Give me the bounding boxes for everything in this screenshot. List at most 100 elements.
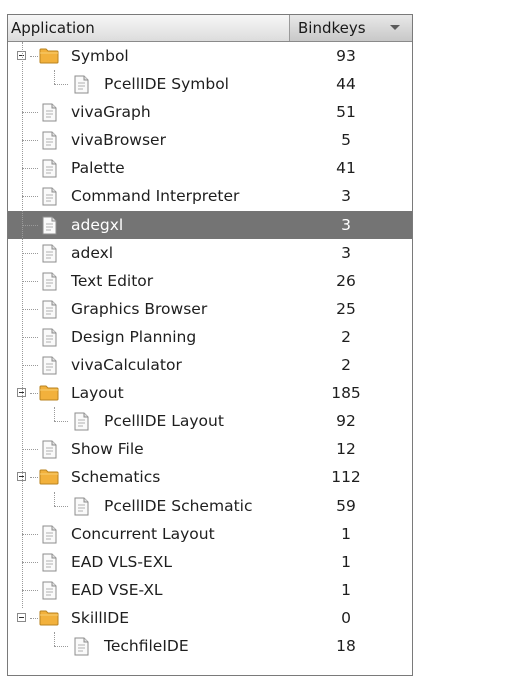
tree-row-label: Command Interpreter [71,187,240,206]
tree-connector-line [22,336,38,338]
tree-row-bindkey-count: 12 [336,440,356,459]
tree-row[interactable]: Symbol 93 [8,42,412,70]
tree-row-bindkey-count: 2 [341,356,351,375]
tree-row[interactable]: adegxl 3 [8,210,412,239]
tree-row-label: Graphics Browser [71,299,208,318]
tree-row-label: EAD VLS-EXL [71,552,172,571]
tree-row-label: Text Editor [71,271,154,290]
bindkeys-column-label: Bindkeys [298,19,366,37]
tree-row-label: PcellIDE Symbol [104,75,229,94]
document-icon [42,581,57,604]
tree-row[interactable]: PcellIDE Layout 92 [8,407,412,435]
tree-row[interactable]: Text Editor 26 [8,267,412,295]
tree-row-bindkey-count: 26 [336,271,356,290]
document-icon [74,637,89,660]
tree-connector-line [22,449,38,451]
sort-down-icon[interactable] [390,25,400,30]
document-icon [42,187,57,210]
tree-row-bindkey-count: 18 [336,636,356,655]
tree-row[interactable]: EAD VLS-EXL 1 [8,548,412,576]
tree-row[interactable]: PcellIDE Symbol 44 [8,70,412,98]
tree-row-label: SkillIDE [71,608,130,627]
tree-connector-line [54,631,55,646]
tree-row[interactable]: Graphics Browser 25 [8,295,412,323]
tree-row-label: PcellIDE Layout [104,412,224,431]
tree-connector-line [22,533,38,535]
application-column-header[interactable]: Application [8,15,290,41]
tree-connector-line [54,421,68,423]
bindkeys-column-header[interactable]: Bindkeys [290,15,412,41]
tree-row-label: vivaBrowser [71,131,166,150]
document-icon [42,244,57,267]
tree-row-bindkey-count: 5 [341,131,351,150]
tree-row[interactable]: Palette 41 [8,154,412,182]
tree-row[interactable]: Concurrent Layout 1 [8,520,412,548]
tree-rows: Symbol 93 PcellIDE Symbol 44 vivaGraph 51 viva… [8,42,412,660]
document-icon [42,300,57,323]
tree-row-bindkey-count: 3 [341,187,351,206]
tree-row-label: vivaCalculator [71,356,182,375]
tree-row-label: PcellIDE Schematic [104,496,253,515]
tree-row-bindkey-count: 3 [341,243,351,262]
tree-connector-line [22,308,38,310]
tree-connector-line [22,140,38,142]
document-icon [42,131,57,154]
bindkeys-tree-view[interactable]: Application Bindkeys Symbol 93 PcellIDE Sy… [7,14,413,676]
tree-row[interactable]: vivaCalculator 2 [8,351,412,379]
document-icon [42,440,57,463]
document-icon [74,412,89,435]
tree-row-label: Concurrent Layout [71,524,215,543]
tree-connector-line [22,561,38,563]
tree-connector-line [30,56,38,57]
tree-row-bindkey-count: 1 [341,552,351,571]
tree-row[interactable]: Command Interpreter 3 [8,182,412,210]
tree-row-bindkey-count: 3 [341,215,351,234]
folder-icon [39,468,59,489]
tree-connector-line [54,407,55,422]
tree-row-label: adexl [71,243,114,262]
tree-connector-line [22,196,38,198]
tree-row[interactable]: vivaGraph 51 [8,98,412,126]
tree-row-label: Layout [71,384,124,403]
tree-row-bindkey-count: 1 [341,524,351,543]
tree-row[interactable]: Schematics 112 [8,463,412,491]
tree-row[interactable]: Design Planning 2 [8,323,412,351]
document-icon [42,328,57,351]
tree-row-label: EAD VSE-XL [71,580,163,599]
tree-connector-line [22,365,38,367]
folder-icon [39,47,59,68]
tree-row-label: TechfileIDE [104,636,189,655]
tree-connector-line [54,84,68,86]
tree-row[interactable]: SkillIDE 0 [8,604,412,632]
tree-trunk-line [22,42,23,608]
tree-row-bindkey-count: 185 [331,384,361,403]
document-icon [42,103,57,126]
tree-row[interactable]: EAD VSE-XL 1 [8,576,412,604]
folder-icon [39,384,59,405]
tree-connector-line [30,477,38,479]
tree-row-bindkey-count: 92 [336,412,356,431]
tree-row[interactable]: PcellIDE Schematic 59 [8,491,412,520]
folder-icon [39,609,59,630]
tree-row-bindkey-count: 25 [336,299,356,318]
tree-row-bindkey-count: 112 [331,468,361,487]
tree-connector-line [30,393,38,395]
tree-connector-line [54,645,68,647]
tree-connector-line [54,70,55,85]
document-icon [42,272,57,295]
tree-row[interactable]: Show File 12 [8,435,412,463]
tree-row[interactable]: TechfileIDE 18 [8,631,412,660]
tree-row-label: Design Planning [71,327,197,346]
tree-connector-line [54,505,68,507]
document-icon [42,553,57,576]
document-icon [42,216,57,239]
tree-connector-line [22,112,38,114]
tree-row[interactable]: adexl 3 [8,239,412,267]
tree-row[interactable]: vivaBrowser 5 [8,126,412,154]
tree-connector-line [22,252,38,254]
document-icon [42,525,57,548]
tree-row[interactable]: Layout 185 [8,379,412,407]
tree-row-bindkey-count: 44 [336,75,356,94]
collapse-toggle-icon[interactable] [17,612,26,622]
tree-row-bindkey-count: 51 [336,103,356,122]
